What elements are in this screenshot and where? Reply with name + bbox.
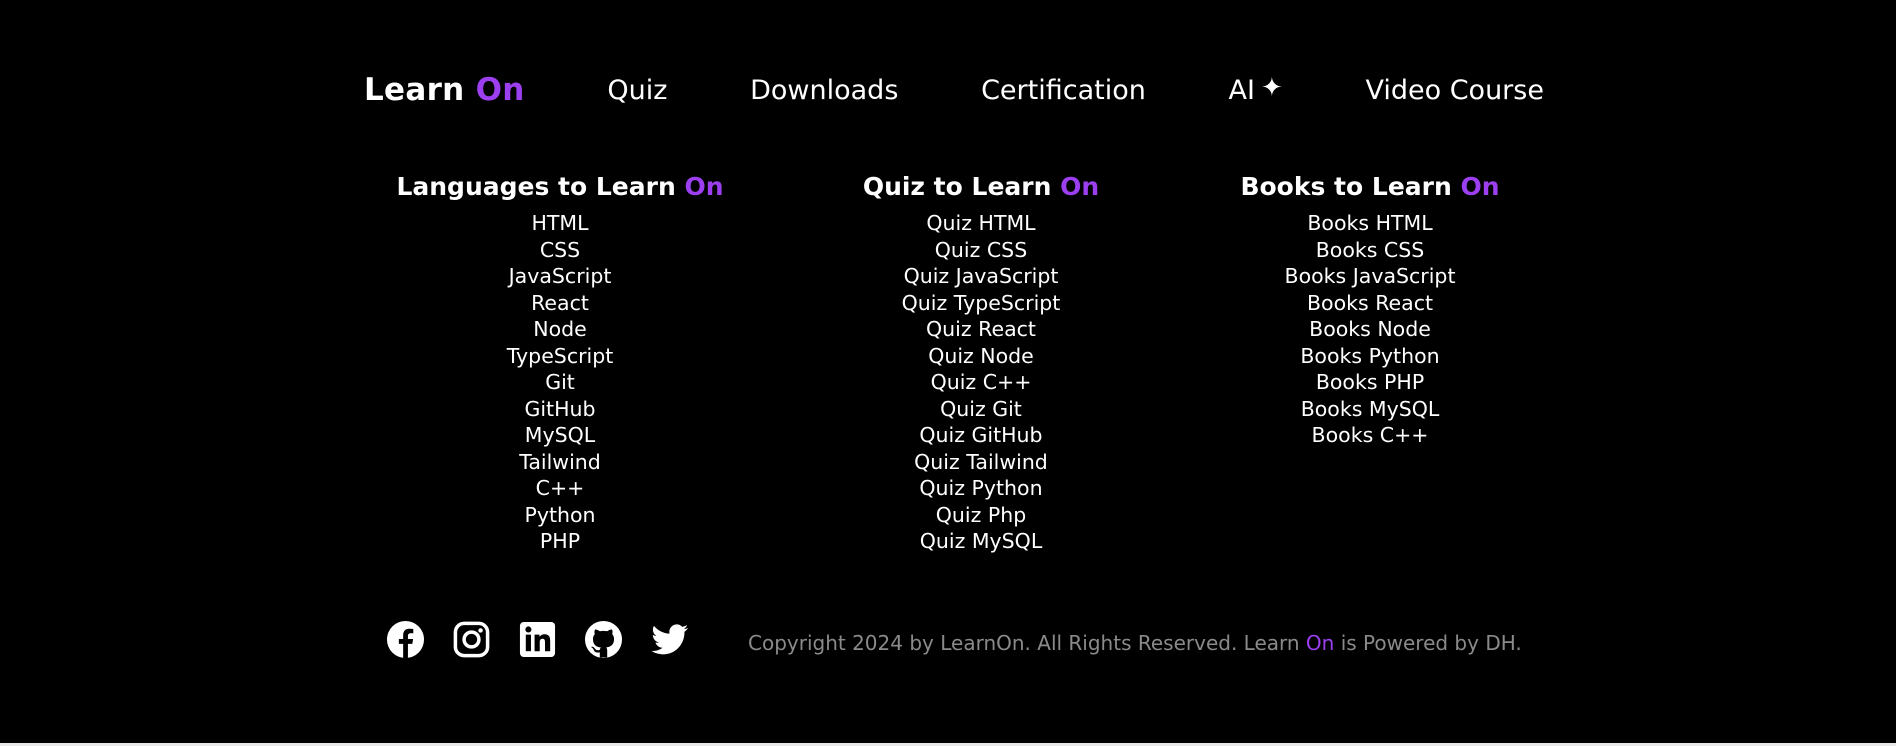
quiz-link[interactable]: Quiz CSS <box>863 237 1099 264</box>
quiz-link[interactable]: Quiz JavaScript <box>863 263 1099 290</box>
quiz-link[interactable]: Quiz MySQL <box>863 528 1099 555</box>
sparkle-icon: ✦ <box>1260 72 1283 103</box>
nav-link-ai[interactable]: AI ✦ <box>1228 72 1283 106</box>
brand-logo[interactable]: Learn On <box>364 72 525 108</box>
books-link[interactable]: Books HTML <box>1240 210 1499 237</box>
copyright-accent: On <box>1305 631 1335 655</box>
books-link[interactable]: Books Python <box>1240 343 1499 370</box>
quiz-link[interactable]: Quiz C++ <box>863 369 1099 396</box>
instagram-icon[interactable] <box>452 620 491 659</box>
quiz-title: Quiz to Learn On <box>863 172 1099 202</box>
linkedin-icon[interactable] <box>518 620 557 659</box>
languages-title-accent: On <box>684 172 724 201</box>
quiz-link[interactable]: Quiz Python <box>863 475 1099 502</box>
quiz-link[interactable]: Quiz GitHub <box>863 422 1099 449</box>
page: Learn On Quiz Downloads Certification AI… <box>0 0 1896 746</box>
language-link[interactable]: Node <box>396 316 723 343</box>
social-links <box>386 620 689 659</box>
books-column: Books to Learn On Books HTML Books CSS Boo… <box>1240 172 1499 449</box>
quiz-link[interactable]: Quiz Php <box>863 502 1099 529</box>
books-link[interactable]: Books React <box>1240 290 1499 317</box>
books-link[interactable]: Books C++ <box>1240 422 1499 449</box>
quiz-column: Quiz to Learn On Quiz HTML Quiz CSS Quiz J… <box>863 172 1099 555</box>
facebook-icon[interactable] <box>386 620 425 659</box>
nav-link-certification[interactable]: Certification <box>981 75 1146 106</box>
books-list: Books HTML Books CSS Books JavaScript Books… <box>1240 210 1499 449</box>
quiz-link[interactable]: Quiz TypeScript <box>863 290 1099 317</box>
languages-column: Languages to Learn On HTML CSS JavaScript R… <box>396 172 723 555</box>
books-title-main: Books to Learn <box>1240 172 1452 201</box>
quiz-title-main: Quiz to Learn <box>862 172 1052 201</box>
books-link[interactable]: Books MySQL <box>1240 396 1499 423</box>
language-link[interactable]: Git <box>396 369 723 396</box>
quiz-list: Quiz HTML Quiz CSS Quiz JavaScript Quiz Typ… <box>863 210 1099 555</box>
languages-list: HTML CSS JavaScript React Node TypeScript Git G… <box>396 210 723 555</box>
books-link[interactable]: Books Node <box>1240 316 1499 343</box>
top-nav: Learn On Quiz Downloads Certification AI… <box>364 70 1544 110</box>
quiz-title-accent: On <box>1060 172 1100 201</box>
nav-link-quiz[interactable]: Quiz <box>607 75 667 106</box>
languages-title-main: Languages to Learn <box>396 172 676 201</box>
language-link[interactable]: Python <box>396 502 723 529</box>
languages-title: Languages to Learn On <box>396 172 723 202</box>
quiz-link[interactable]: Quiz Tailwind <box>863 449 1099 476</box>
books-title: Books to Learn On <box>1240 172 1499 202</box>
language-link[interactable]: C++ <box>396 475 723 502</box>
nav-link-video-course[interactable]: Video Course <box>1365 75 1544 106</box>
language-link[interactable]: PHP <box>396 528 723 555</box>
language-link[interactable]: MySQL <box>396 422 723 449</box>
language-link[interactable]: HTML <box>396 210 723 237</box>
brand-main: Learn <box>364 72 465 108</box>
books-link[interactable]: Books JavaScript <box>1240 263 1499 290</box>
quiz-link[interactable]: Quiz React <box>863 316 1099 343</box>
language-link[interactable]: Tailwind <box>396 449 723 476</box>
language-link[interactable]: React <box>396 290 723 317</box>
language-link[interactable]: CSS <box>396 237 723 264</box>
quiz-link[interactable]: Quiz Node <box>863 343 1099 370</box>
brand-accent: On <box>475 72 525 108</box>
copyright-text: Copyright 2024 by LearnOn. All Rights Re… <box>748 631 1522 655</box>
books-link[interactable]: Books PHP <box>1240 369 1499 396</box>
language-link[interactable]: JavaScript <box>396 263 723 290</box>
nav-link-downloads[interactable]: Downloads <box>750 75 898 106</box>
twitter-icon[interactable] <box>650 620 689 659</box>
language-link[interactable]: GitHub <box>396 396 723 423</box>
github-icon[interactable] <box>584 620 623 659</box>
copyright-suffix: is Powered by DH. <box>1340 631 1522 655</box>
language-link[interactable]: TypeScript <box>396 343 723 370</box>
books-title-accent: On <box>1460 172 1500 201</box>
quiz-link[interactable]: Quiz HTML <box>863 210 1099 237</box>
books-link[interactable]: Books CSS <box>1240 237 1499 264</box>
quiz-link[interactable]: Quiz Git <box>863 396 1099 423</box>
nav-link-ai-label: AI <box>1228 74 1255 106</box>
copyright-prefix: Copyright 2024 by LearnOn. All Rights Re… <box>748 631 1300 655</box>
